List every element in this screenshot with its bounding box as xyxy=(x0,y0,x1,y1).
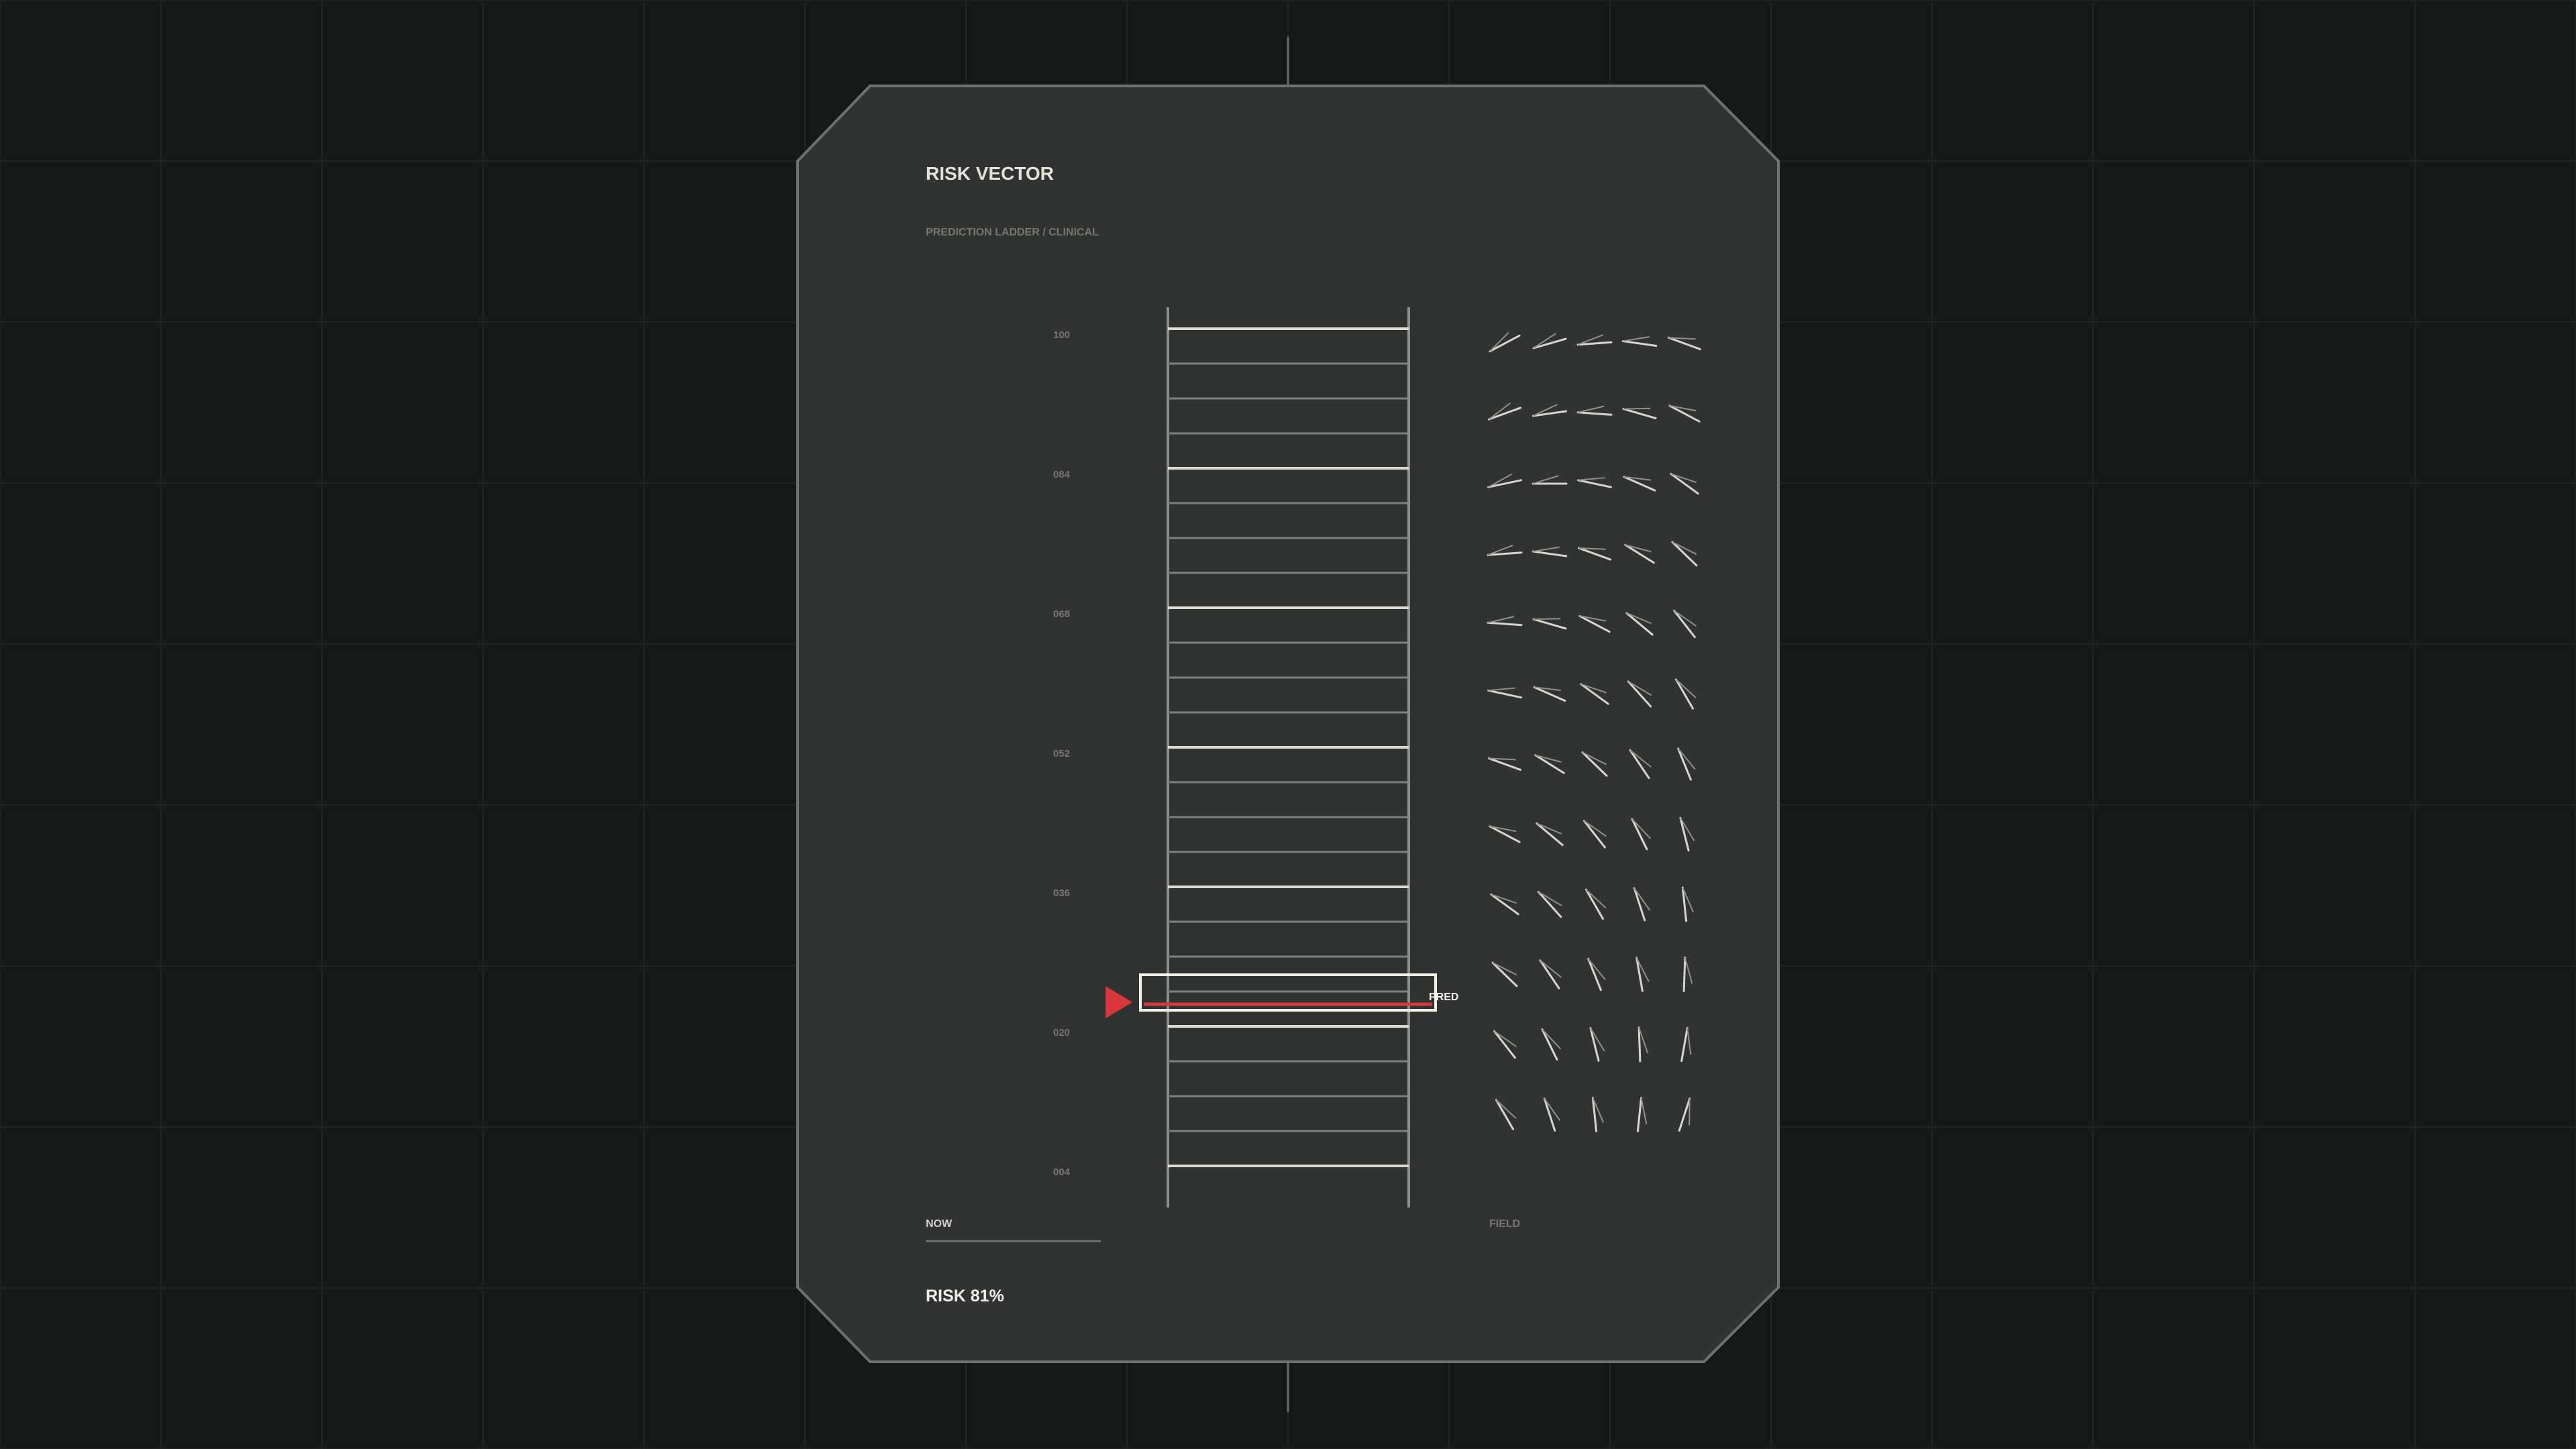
field-label: FIELD xyxy=(1489,1218,1520,1230)
scale-label: 036 xyxy=(1053,888,1070,899)
scale-label: 020 xyxy=(1053,1027,1070,1038)
risk-readout: RISK 81% xyxy=(926,1287,1004,1305)
scale-label: 068 xyxy=(1053,608,1070,620)
risk-vector-screen: RISK VECTOR PREDICTION LADDER / CLINICAL… xyxy=(0,0,2576,1449)
now-label: NOW xyxy=(926,1218,953,1230)
panel-subtitle: PREDICTION LADDER / CLINICAL xyxy=(926,227,1099,238)
scale-label: 084 xyxy=(1053,469,1071,480)
prediction-label: PRED xyxy=(1429,991,1458,1003)
scale-label: 004 xyxy=(1053,1167,1071,1178)
panel-title: RISK VECTOR xyxy=(926,163,1054,184)
scale-label: 052 xyxy=(1053,748,1070,759)
scale-label: 100 xyxy=(1053,329,1070,341)
main-panel xyxy=(796,85,1780,1363)
